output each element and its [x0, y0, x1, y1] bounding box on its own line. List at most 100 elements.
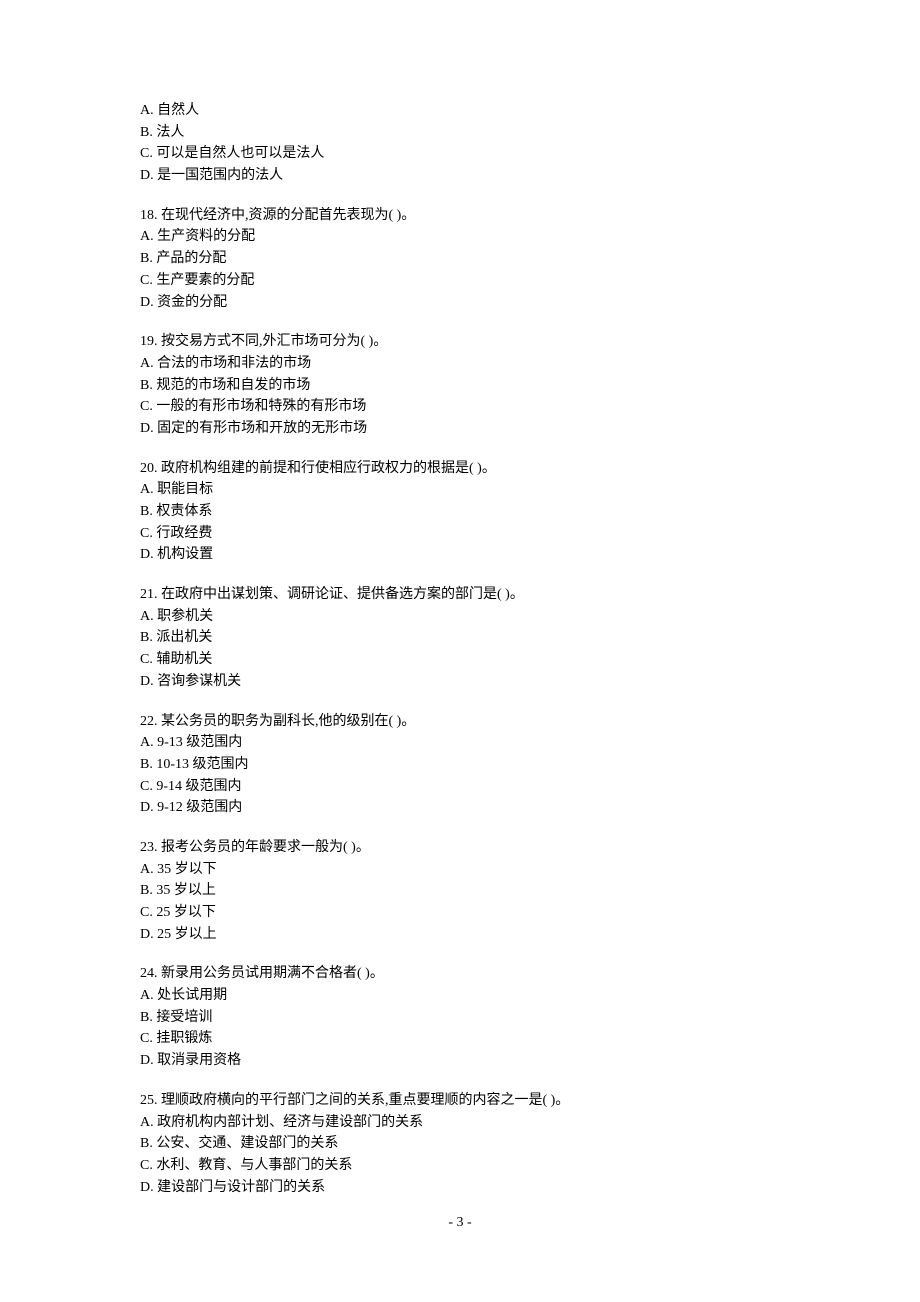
- option-label: A.: [140, 103, 154, 118]
- option-label: C.: [140, 273, 153, 288]
- question-option: C. 生产要素的分配: [140, 270, 780, 292]
- question-option: D. 机构设置: [140, 544, 780, 566]
- option-text: 9-14 级范围内: [156, 779, 241, 794]
- option-label: B.: [140, 251, 153, 266]
- question-prompt: 21. 在政府中出谋划策、调研论证、提供备选方案的部门是( )。: [140, 584, 780, 606]
- option-label: B.: [140, 504, 153, 519]
- question-prompt: 22. 某公务员的职务为副科长,他的级别在( )。: [140, 711, 780, 733]
- question-option: C. 挂职锻炼: [140, 1028, 780, 1050]
- option-text: 派出机关: [156, 630, 212, 645]
- option-label: D.: [140, 295, 154, 310]
- question-option: A. 合法的市场和非法的市场: [140, 353, 780, 375]
- question-option: D. 取消录用资格: [140, 1050, 780, 1072]
- option-text: 处长试用期: [157, 988, 227, 1003]
- option-label: B.: [140, 630, 153, 645]
- question-option: B. 规范的市场和自发的市场: [140, 375, 780, 397]
- question-option: B. 公安、交通、建设部门的关系: [140, 1133, 780, 1155]
- question-prompt: 23. 报考公务员的年龄要求一般为( )。: [140, 837, 780, 859]
- option-text: 公安、交通、建设部门的关系: [156, 1136, 338, 1151]
- option-text: 取消录用资格: [157, 1053, 241, 1068]
- option-label: A.: [140, 609, 154, 624]
- question-option: A. 政府机构内部计划、经济与建设部门的关系: [140, 1112, 780, 1134]
- option-text: 25 岁以上: [157, 927, 217, 942]
- option-text: 权责体系: [156, 504, 212, 519]
- option-text: 是一国范围内的法人: [157, 168, 283, 183]
- question-option: C. 9-14 级范围内: [140, 776, 780, 798]
- question-option: D. 9-12 级范围内: [140, 797, 780, 819]
- question-option: C. 水利、教育、与人事部门的关系: [140, 1155, 780, 1177]
- option-label: D.: [140, 800, 154, 815]
- option-label: D.: [140, 168, 154, 183]
- question-option: A. 9-13 级范围内: [140, 732, 780, 754]
- option-label: A.: [140, 229, 154, 244]
- question-option: B. 接受培训: [140, 1007, 780, 1029]
- option-text: 可以是自然人也可以是法人: [156, 146, 324, 161]
- page-number: - 3 -: [0, 1212, 920, 1234]
- question-option: C. 行政经费: [140, 523, 780, 545]
- question-option: B. 权责体系: [140, 501, 780, 523]
- option-label: B.: [140, 378, 153, 393]
- option-label: A.: [140, 735, 154, 750]
- question-option: B. 法人: [140, 122, 780, 144]
- question-option: D. 建设部门与设计部门的关系: [140, 1177, 780, 1199]
- question-option: C. 一般的有形市场和特殊的有形市场: [140, 396, 780, 418]
- option-text: 行政经费: [156, 526, 212, 541]
- option-text: 职参机关: [157, 609, 213, 624]
- option-label: B.: [140, 125, 153, 140]
- question-option: B. 10-13 级范围内: [140, 754, 780, 776]
- question-option: A. 生产资料的分配: [140, 226, 780, 248]
- option-label: D.: [140, 674, 154, 689]
- option-text: 挂职锻炼: [156, 1031, 212, 1046]
- question-option: A. 自然人: [140, 100, 780, 122]
- option-label: B.: [140, 1136, 153, 1151]
- option-text: 辅助机关: [156, 652, 212, 667]
- question-block: 20. 政府机构组建的前提和行使相应行政权力的根据是( )。A. 职能目标B. …: [140, 458, 780, 566]
- option-text: 合法的市场和非法的市场: [157, 356, 311, 371]
- option-text: 规范的市场和自发的市场: [156, 378, 310, 393]
- question-option: C. 辅助机关: [140, 649, 780, 671]
- option-text: 职能目标: [157, 482, 213, 497]
- option-label: A.: [140, 988, 154, 1003]
- question-prompt: 18. 在现代经济中,资源的分配首先表现为( )。: [140, 205, 780, 227]
- question-block: 23. 报考公务员的年龄要求一般为( )。A. 35 岁以下B. 35 岁以上C…: [140, 837, 780, 945]
- option-text: 9-12 级范围内: [157, 800, 242, 815]
- option-label: D.: [140, 1053, 154, 1068]
- option-text: 一般的有形市场和特殊的有形市场: [156, 399, 366, 414]
- question-option: B. 产品的分配: [140, 248, 780, 270]
- option-label: C.: [140, 146, 153, 161]
- option-label: A.: [140, 1115, 154, 1130]
- question-option: A. 职能目标: [140, 479, 780, 501]
- option-label: C.: [140, 399, 153, 414]
- question-option: D. 固定的有形市场和开放的无形市场: [140, 418, 780, 440]
- option-text: 机构设置: [157, 547, 213, 562]
- option-label: B.: [140, 757, 153, 772]
- option-label: B.: [140, 1010, 153, 1025]
- question-prompt: 24. 新录用公务员试用期满不合格者( )。: [140, 963, 780, 985]
- option-label: D.: [140, 927, 154, 942]
- page: A. 自然人B. 法人C. 可以是自然人也可以是法人D. 是一国范围内的法人18…: [0, 0, 920, 1302]
- option-label: C.: [140, 526, 153, 541]
- option-text: 产品的分配: [156, 251, 226, 266]
- option-text: 水利、教育、与人事部门的关系: [156, 1158, 352, 1173]
- question-block: 25. 理顺政府横向的平行部门之间的关系,重点要理顺的内容之一是( )。A. 政…: [140, 1090, 780, 1198]
- question-option: A. 处长试用期: [140, 985, 780, 1007]
- option-text: 法人: [156, 125, 184, 140]
- option-label: D.: [140, 421, 154, 436]
- question-option: D. 是一国范围内的法人: [140, 165, 780, 187]
- option-label: C.: [140, 652, 153, 667]
- option-text: 25 岁以下: [156, 905, 216, 920]
- question-block: 21. 在政府中出谋划策、调研论证、提供备选方案的部门是( )。 A. 职参机关 B…: [140, 584, 780, 692]
- question-block: 19. 按交易方式不同,外汇市场可分为( )。A. 合法的市场和非法的市场B. …: [140, 331, 780, 439]
- question-option: B. 35 岁以上: [140, 880, 780, 902]
- option-text: 自然人: [157, 103, 199, 118]
- question-prompt: 25. 理顺政府横向的平行部门之间的关系,重点要理顺的内容之一是( )。: [140, 1090, 780, 1112]
- option-text: 固定的有形市场和开放的无形市场: [157, 421, 367, 436]
- option-label: A.: [140, 862, 154, 877]
- question-option: D. 咨询参谋机关: [140, 671, 780, 693]
- option-text: 生产要素的分配: [156, 273, 254, 288]
- question-prompt: 19. 按交易方式不同,外汇市场可分为( )。: [140, 331, 780, 353]
- option-text: 政府机构内部计划、经济与建设部门的关系: [157, 1115, 423, 1130]
- option-label: A.: [140, 356, 154, 371]
- question-option: C. 25 岁以下: [140, 902, 780, 924]
- question-option: D. 25 岁以上: [140, 924, 780, 946]
